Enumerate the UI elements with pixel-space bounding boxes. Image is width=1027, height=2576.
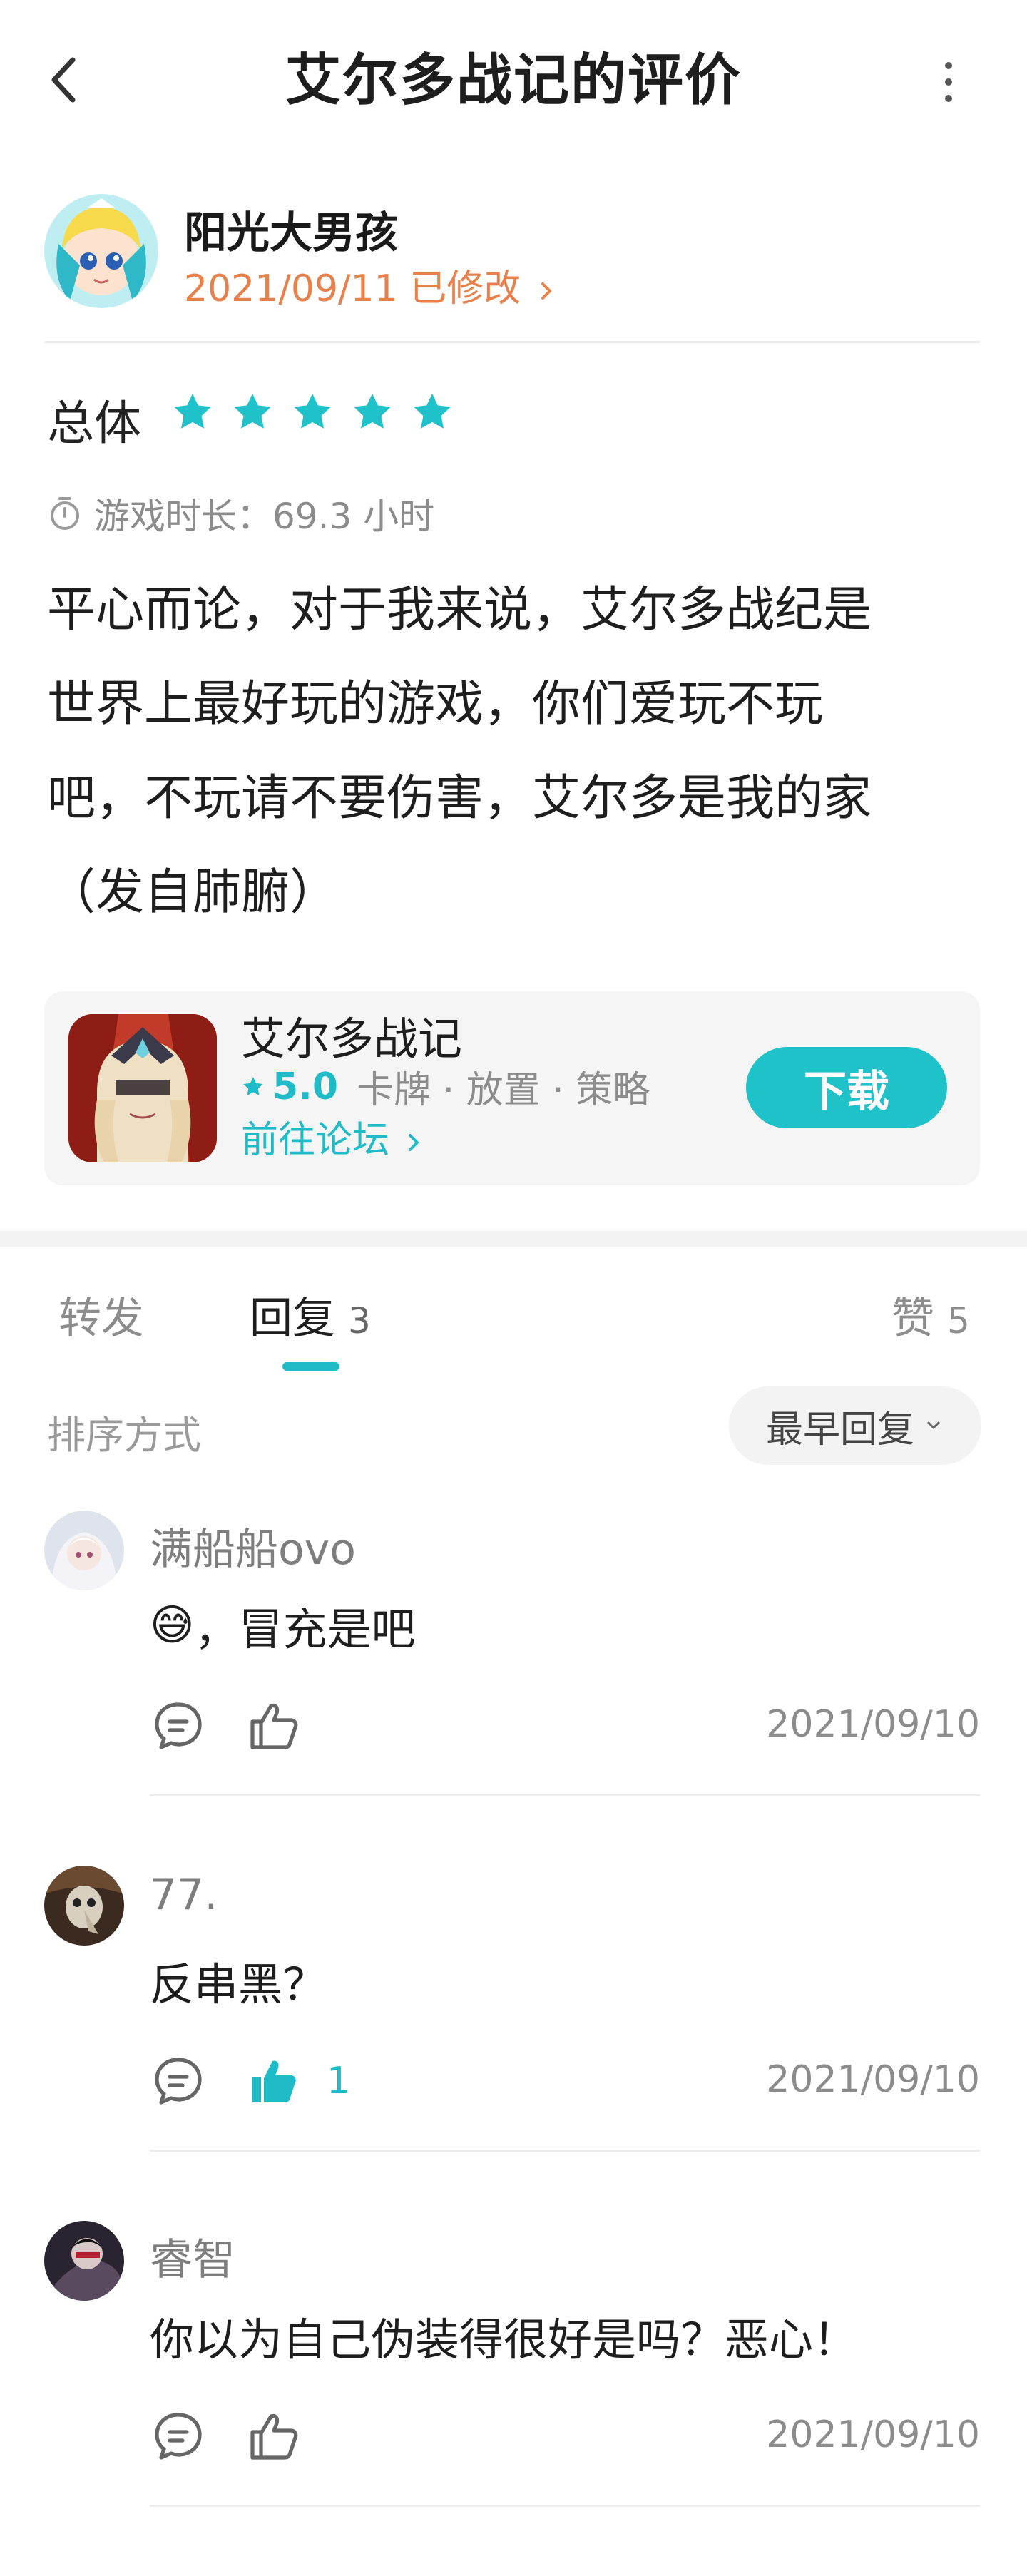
reply-username[interactable]: 睿智: [150, 2225, 235, 2287]
like-count: 1: [327, 2060, 351, 2102]
reply-text-body: 反串黑？: [150, 1958, 327, 2010]
review-line: 吧，不玩请不要伤害，艾尔多是我的家: [47, 770, 872, 827]
reply-divider: [150, 2505, 980, 2507]
review-line: 平心而论，对于我来说，艾尔多战纪是: [47, 582, 872, 638]
reply-item: 77. 反串黑？ 1 2021/09/10: [0, 1866, 1027, 2221]
sort-dropdown[interactable]: 最早回复: [729, 1386, 981, 1465]
reply-avatar[interactable]: [44, 2221, 124, 2301]
reply-item: 满船船ovo 😅 ，冒充是吧 2021/09/10: [0, 1511, 1027, 1866]
tab-replies[interactable]: 回复 3: [250, 1284, 371, 1346]
reply-avatar[interactable]: [44, 1866, 124, 1946]
reply-item: 睿智 你以为自己伪装得很好是吗？恶心！ 2021/09/10: [0, 2221, 1027, 2576]
playtime-text: 游戏时长：69.3 小时: [94, 496, 435, 537]
author-date[interactable]: 2021/09/11 已修改: [184, 258, 556, 312]
game-tags: 卡牌 · 放置 · 策略: [357, 1069, 650, 1112]
tab-label: 赞: [891, 1294, 934, 1344]
game-icon[interactable]: [68, 1014, 217, 1162]
star-icon: [294, 393, 331, 429]
author-divider: [44, 341, 980, 343]
reply-username[interactable]: 满船船ovo: [150, 1515, 356, 1577]
reply-date: 2021/09/10: [766, 1703, 980, 1746]
chevron-down-icon: [927, 1421, 940, 1429]
reply-actions: [150, 1697, 302, 1754]
reply-divider: [150, 2150, 980, 2152]
chevron-right-icon: [408, 1134, 419, 1151]
review-line: 世界上最好玩的游戏，你们爱玩不玩: [47, 676, 824, 732]
star-icon: [414, 393, 451, 429]
game-name[interactable]: 艾尔多战记: [241, 1003, 462, 1067]
download-button[interactable]: 下载: [746, 1047, 947, 1128]
reply-actions: [150, 2408, 302, 2465]
reply-text: 你以为自己伪装得很好是吗？恶心！: [150, 2304, 857, 2368]
star-icon: [234, 393, 271, 429]
reply-text-body: ，冒充是吧: [194, 1603, 416, 1655]
tab-likes[interactable]: 赞5: [891, 1284, 970, 1346]
tab-count: 5: [947, 1300, 970, 1341]
reply-text: 😅 ，冒充是吧: [150, 1593, 416, 1657]
thumbs-up-icon[interactable]: [245, 1697, 302, 1754]
chevron-right-icon: [541, 282, 551, 300]
reply-username[interactable]: 77.: [150, 1870, 218, 1920]
thumbs-up-icon[interactable]: [245, 2408, 302, 2465]
playtime: 游戏时长：69.3 小时: [48, 488, 434, 539]
active-tab-indicator: [282, 1362, 339, 1371]
forum-link-label: 前往论坛: [241, 1119, 390, 1162]
game-rating: 5.0: [272, 1065, 339, 1108]
tab-repost[interactable]: 转发: [58, 1284, 144, 1346]
star-icon: [243, 1076, 263, 1095]
sort-label: 排序方式: [47, 1413, 201, 1458]
sort-selected: 最早回复: [765, 1408, 914, 1451]
game-card[interactable]: 艾尔多战记 5.0 卡牌 · 放置 · 策略 前往论坛 下载: [44, 991, 980, 1185]
star-icon: [354, 393, 391, 429]
reply-actions: 1: [150, 2053, 350, 2110]
reply-text-body: 你以为自己伪装得很好是吗？恶心！: [150, 2314, 858, 2366]
emoji-sweat-smile: 😅: [150, 1600, 195, 1650]
reply-divider: [150, 1794, 980, 1796]
comment-icon[interactable]: [150, 2408, 207, 2465]
overall-label: 总体: [47, 396, 141, 451]
game-meta: 5.0 卡牌 · 放置 · 策略: [241, 1060, 650, 1113]
reply-avatar[interactable]: [44, 1511, 124, 1590]
page-title: 艾尔多战记的评价: [285, 48, 742, 113]
section-separator: [0, 1231, 1027, 1247]
forum-link[interactable]: 前往论坛: [241, 1110, 423, 1163]
tab-count: 3: [348, 1300, 371, 1341]
comment-icon[interactable]: [150, 1697, 207, 1754]
star-icon: [174, 393, 211, 429]
tab-label: 转发: [58, 1294, 144, 1344]
review-line: （发自肺腑）: [47, 864, 339, 921]
timer-icon: [51, 497, 79, 530]
rating-stars: [170, 389, 455, 435]
tab-label: 回复: [250, 1294, 335, 1344]
author-date-text: 2021/09/11 已修改: [184, 267, 521, 310]
author-avatar[interactable]: [44, 194, 158, 308]
comment-icon[interactable]: [150, 2053, 207, 2110]
reply-date: 2021/09/10: [766, 2058, 980, 2101]
more-vertical-icon[interactable]: [934, 57, 963, 107]
author-name[interactable]: 阳光大男孩: [184, 198, 398, 260]
reply-text: 反串黑？: [150, 1948, 327, 2013]
thumbs-up-filled-icon[interactable]: [245, 2053, 302, 2110]
reply-date: 2021/09/10: [766, 2413, 980, 2456]
review-body: 平心而论，对于我来说，艾尔多战纪是 世界上最好玩的游戏，你们爱玩不玩 吧，不玩请…: [47, 563, 974, 940]
